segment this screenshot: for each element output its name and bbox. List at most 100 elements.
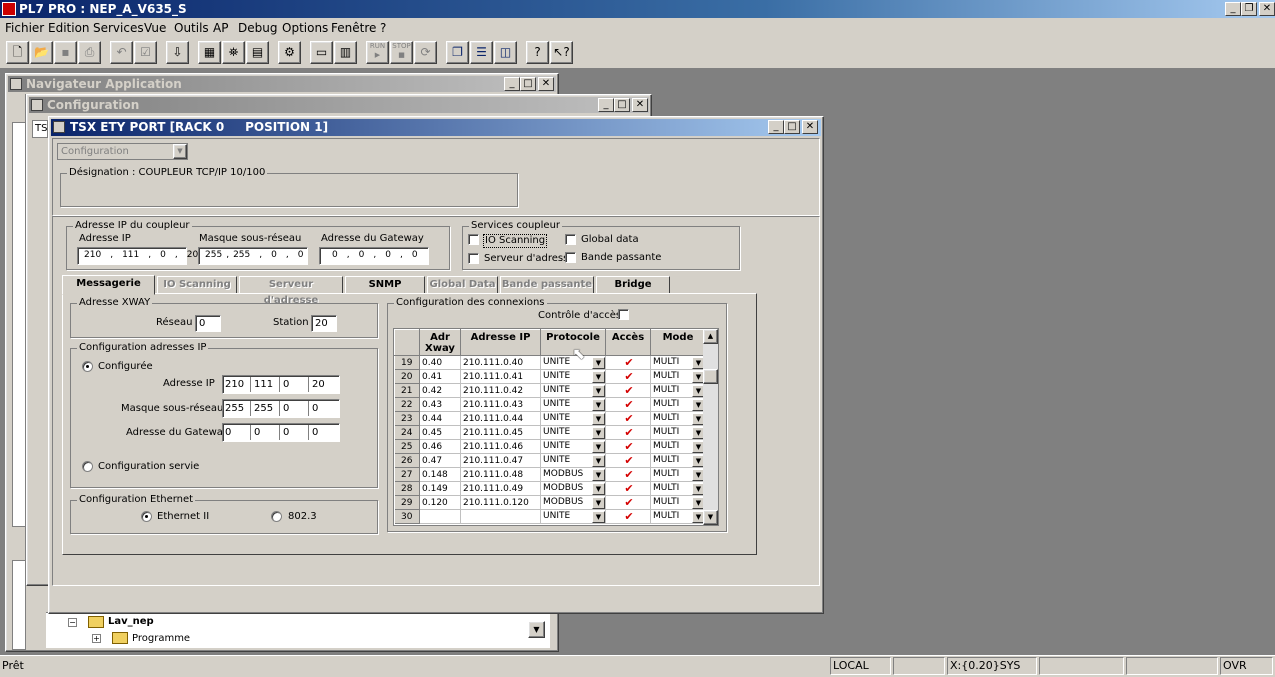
table-row[interactable]: 28 0.149 210.111.0.49 MODBUS ▼ ✔ MULTI ▼ [394, 481, 706, 496]
chevron-down-icon[interactable]: ▼ [592, 412, 605, 425]
menu-options[interactable]: Options [282, 21, 328, 35]
xway-cell[interactable]: 0.40 [419, 355, 461, 370]
check-icon[interactable]: ✔ [624, 412, 633, 425]
navigator-maximize-button[interactable]: □ [520, 77, 536, 91]
open-folder-icon[interactable]: 📂 [30, 41, 53, 64]
access-cell[interactable]: ✔ [605, 481, 651, 496]
check-icon[interactable]: ✔ [624, 370, 633, 383]
check-icon[interactable]: ✔ [624, 468, 633, 481]
table-row[interactable]: 22 0.43 210.111.0.43 UNITE ▼ ✔ MULTI ▼ [394, 397, 706, 412]
tile-vertical-icon[interactable]: ◫ [494, 41, 517, 64]
tab-io-scanning[interactable]: IO Scanning [157, 276, 237, 294]
xway-cell[interactable]: 0.42 [419, 383, 461, 398]
tree-child-label[interactable]: Programme [132, 633, 190, 644]
table-row[interactable]: 20 0.41 210.111.0.41 UNITE ▼ ✔ MULTI ▼ [394, 369, 706, 384]
animation-icon[interactable]: ⚙ [278, 41, 301, 64]
navigator-close-button[interactable]: ✕ [538, 77, 554, 91]
reseau-input[interactable]: 0 [195, 315, 221, 332]
mode-cell[interactable]: MULTI ▼ [650, 495, 706, 510]
restore-button[interactable]: ❐ [1241, 2, 1257, 16]
chevron-down-icon[interactable]: ▼ [592, 426, 605, 439]
scroll-up-icon[interactable]: ▲ [703, 329, 718, 344]
protocol-cell[interactable]: UNITE ▼ [540, 383, 606, 398]
scroll-thumb[interactable] [703, 369, 718, 384]
xway-cell[interactable]: 0.148 [419, 467, 461, 482]
ip-cell[interactable]: 210.111.0.48 [460, 467, 541, 482]
mode-cell[interactable]: MULTI ▼ [650, 481, 706, 496]
io-scanning-checkbox[interactable] [468, 234, 479, 245]
table-row[interactable]: 27 0.148 210.111.0.48 MODBUS ▼ ✔ MULTI ▼ [394, 467, 706, 482]
check-icon[interactable]: ✔ [624, 398, 633, 411]
menu-debug[interactable]: Debug [238, 21, 277, 35]
mode-cell[interactable]: MULTI ▼ [650, 397, 706, 412]
undo-icon[interactable]: ↶ [110, 41, 133, 64]
ieee8023-radio[interactable] [271, 511, 282, 522]
menu-services[interactable]: Services [93, 21, 144, 35]
table-row[interactable]: 26 0.47 210.111.0.47 UNITE ▼ ✔ MULTI ▼ [394, 453, 706, 468]
chevron-down-icon[interactable]: ▼ [592, 468, 605, 481]
access-cell[interactable]: ✔ [605, 397, 651, 412]
menu-fichier[interactable]: Fichier [5, 21, 44, 35]
access-cell[interactable]: ✔ [605, 467, 651, 482]
mask-octet[interactable]: 0 [312, 401, 338, 416]
minimize-button[interactable]: _ [1225, 2, 1241, 16]
tree-root-label[interactable]: Lav_nep [108, 616, 154, 627]
protocol-cell[interactable]: UNITE ▼ [540, 509, 606, 524]
protocol-cell[interactable]: MODBUS ▼ [540, 481, 606, 496]
run-icon[interactable]: RUN ▶ [366, 41, 389, 64]
col-header-access[interactable]: Accès [605, 329, 651, 356]
check-icon[interactable]: ✔ [624, 384, 633, 397]
row-number[interactable]: 30 [394, 509, 420, 524]
row-number[interactable]: 22 [394, 397, 420, 412]
row-number[interactable]: 28 [394, 481, 420, 496]
table-row[interactable]: 21 0.42 210.111.0.42 UNITE ▼ ✔ MULTI ▼ [394, 383, 706, 398]
col-header-adr-xway[interactable]: Adr Xway [419, 329, 461, 356]
row-number[interactable]: 27 [394, 467, 420, 482]
xway-cell[interactable]: 0.43 [419, 397, 461, 412]
tree-expand-icon[interactable]: + [92, 634, 101, 643]
stop-icon[interactable]: STOP ■ [390, 41, 413, 64]
mode-cell[interactable]: MULTI ▼ [650, 355, 706, 370]
scroll-down-icon[interactable]: ▼ [703, 510, 718, 525]
protocol-cell[interactable]: UNITE ▼ [540, 439, 606, 454]
navigator-dropdown-button[interactable]: ▼ [528, 621, 545, 638]
ip-cell[interactable]: 210.111.0.42 [460, 383, 541, 398]
check-icon[interactable]: ✔ [624, 440, 633, 453]
coupler-mask-field[interactable]: 255, 255, 0, 0 [198, 247, 308, 265]
protocol-cell[interactable]: MODBUS ▼ [540, 467, 606, 482]
protocol-cell[interactable]: UNITE ▼ [540, 397, 606, 412]
ip-cell[interactable]: 210.111.0.47 [460, 453, 541, 468]
serveur-adresse-label[interactable]: Serveur d'adresse [484, 253, 575, 265]
protocol-cell[interactable]: UNITE ▼ [540, 453, 606, 468]
configuration-minimize-button[interactable]: _ [598, 98, 614, 112]
ipconf-ip-field[interactable]: 210 111 0 20 [222, 375, 340, 394]
served-config-label[interactable]: Configuration servie [98, 461, 199, 473]
chevron-down-icon[interactable]: ▼ [592, 482, 605, 495]
cascade-icon[interactable]: ❐ [446, 41, 469, 64]
mode-cell[interactable]: MULTI ▼ [650, 453, 706, 468]
row-number[interactable]: 21 [394, 383, 420, 398]
gw-octet[interactable]: 0 [312, 425, 338, 440]
protocol-cell[interactable]: UNITE ▼ [540, 411, 606, 426]
ety-port-close-button[interactable]: ✕ [802, 120, 818, 134]
ip-octet[interactable]: 210 [225, 377, 251, 392]
mask-octet[interactable]: 0 [283, 401, 309, 416]
menu-fenetre[interactable]: Fenêtre [331, 21, 376, 35]
chevron-down-icon[interactable]: ▼ [592, 356, 605, 369]
global-data-label[interactable]: Global data [581, 234, 639, 246]
row-number[interactable]: 19 [394, 355, 420, 370]
export-icon[interactable]: ⇩ [166, 41, 189, 64]
protocol-cell[interactable]: MODBUS ▼ [540, 495, 606, 510]
menu-ap[interactable]: AP [213, 21, 228, 35]
ip-octet[interactable]: 20 [312, 377, 338, 392]
ip-cell[interactable]: 210.111.0.49 [460, 481, 541, 496]
ip-cell[interactable]: 210.111.0.45 [460, 425, 541, 440]
global-data-checkbox[interactable] [565, 234, 576, 245]
mode-cell[interactable]: MULTI ▼ [650, 383, 706, 398]
configuration-maximize-button[interactable]: □ [614, 98, 630, 112]
access-cell[interactable]: ✔ [605, 453, 651, 468]
chevron-down-icon[interactable]: ▼ [592, 384, 605, 397]
chevron-down-icon[interactable]: ▼ [592, 398, 605, 411]
validate-icon[interactable]: ☑ [134, 41, 157, 64]
close-button[interactable]: ✕ [1259, 2, 1275, 16]
